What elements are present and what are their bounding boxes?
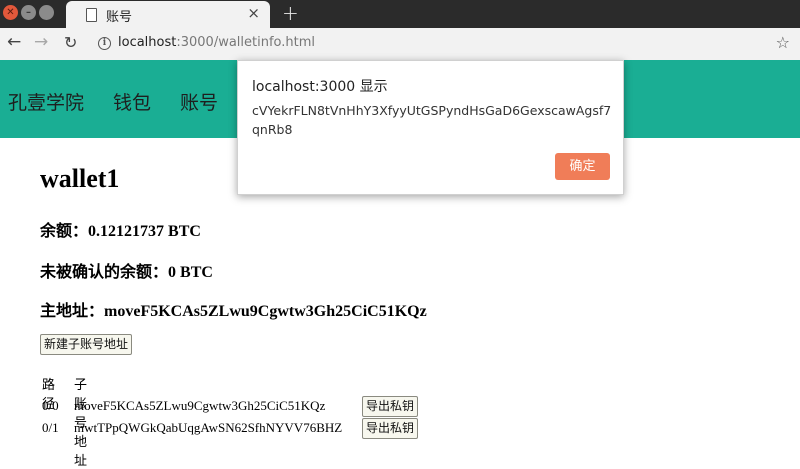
table-row: 0/1 mwtTPpQWGkQabUqgAwSN62SfhNYVV76BHZ 导…: [40, 418, 440, 440]
tab-title: 账号: [106, 10, 133, 25]
alert-message: cVYekrFLN8tVnHhY3XfyyUtGSPyndHsGaD6Gexsc…: [252, 103, 612, 137]
bookmark-star-icon[interactable]: ☆: [776, 33, 790, 52]
new-sub-account-button[interactable]: 新建子账号地址: [40, 334, 133, 355]
tab-close-icon[interactable]: ×: [247, 4, 260, 22]
export-private-key-button[interactable]: 导出私钥: [362, 418, 419, 439]
address-bar[interactable]: localhost:3000/walletinfo.html: [118, 35, 315, 50]
window-close-button[interactable]: ✕: [3, 5, 18, 20]
balance-label: 余额：: [40, 223, 89, 240]
export-private-key-button[interactable]: 导出私钥: [362, 396, 419, 417]
row-address: mwtTPpQWGkQabUqgAwSN62SfhNYVV76BHZ: [74, 420, 343, 435]
brand-link[interactable]: 孔壹学院: [8, 88, 84, 115]
row-address: moveF5KCAs5ZLwu9Cgwtw3Gh25CiC51KQz: [74, 398, 326, 413]
site-info-icon[interactable]: i: [98, 37, 111, 50]
window-maximize-button[interactable]: [39, 5, 54, 20]
balance-value: 0.12121737 BTC: [88, 223, 201, 240]
new-tab-button[interactable]: +: [282, 1, 299, 25]
url-path: :3000/walletinfo.html: [176, 35, 316, 50]
reload-icon[interactable]: ↻: [64, 33, 77, 52]
wallet-name: wallet1: [40, 164, 120, 193]
main-address-label: 主地址：: [40, 303, 105, 320]
forward-arrow-icon[interactable]: →: [34, 32, 48, 52]
window-minimize-button[interactable]: –: [21, 5, 36, 20]
browser-toolbar: ← → ↻ i localhost:3000/walletinfo.html ☆: [0, 28, 800, 61]
url-host: localhost: [118, 35, 177, 50]
row-path: 0/0: [42, 398, 59, 413]
unconfirmed-balance-line: 未被确认的余额：0 BTC: [40, 258, 213, 282]
browser-tab[interactable]: 账号 ×: [66, 1, 270, 28]
alert-ok-button[interactable]: 确定: [555, 153, 610, 180]
alert-dialog: localhost:3000 显示 cVYekrFLN8tVnHhY3XfyyU…: [237, 60, 624, 195]
window-titlebar: ✕ – 账号 × +: [0, 0, 800, 28]
main-address-value: moveF5KCAs5ZLwu9Cgwtw3Gh25CiC51KQz: [104, 303, 427, 320]
row-path: 0/1: [42, 420, 59, 435]
alert-title: localhost:3000 显示: [252, 79, 388, 95]
balance-line: 余额：0.12121737 BTC: [40, 217, 201, 241]
page-icon: [86, 8, 97, 22]
nav-link-wallet[interactable]: 钱包: [113, 88, 151, 115]
table-row: 0/0 moveF5KCAs5ZLwu9Cgwtw3Gh25CiC51KQz 导…: [40, 396, 440, 418]
back-arrow-icon[interactable]: ←: [7, 32, 21, 52]
main-address-line: 主地址：moveF5KCAs5ZLwu9Cgwtw3Gh25CiC51KQz: [40, 297, 427, 321]
unconfirmed-label: 未被确认的余额：: [40, 264, 169, 281]
nav-link-account[interactable]: 账号: [180, 88, 218, 115]
unconfirmed-value: 0 BTC: [168, 264, 213, 281]
